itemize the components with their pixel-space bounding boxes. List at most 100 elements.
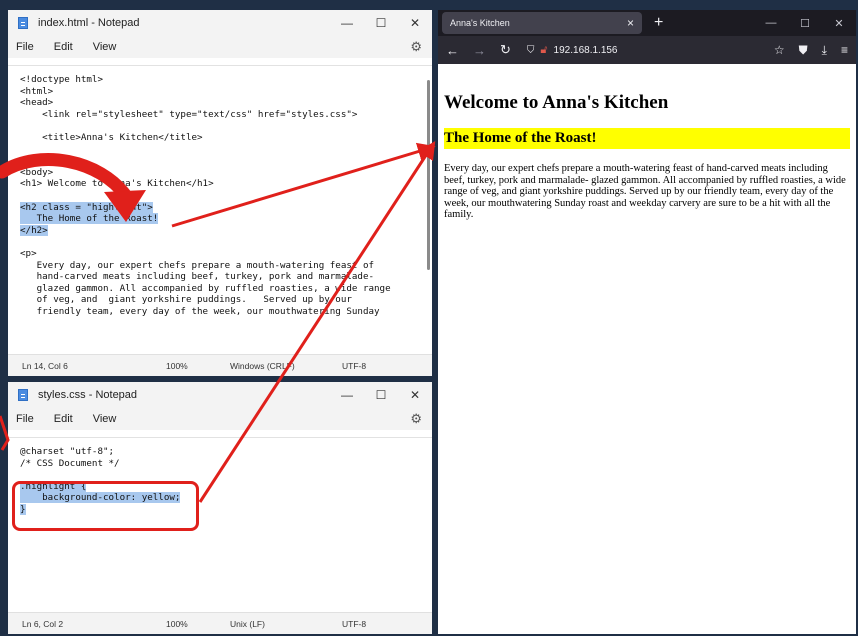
tab-title: Anna's Kitchen	[450, 18, 510, 28]
text-editor[interactable]: <!doctype html> <html> <head> <link rel="s…	[8, 65, 432, 354]
window-title: styles.css - Notepad	[38, 389, 138, 401]
tab-strip: Anna's Kitchen × + — ☐ ✕	[438, 10, 856, 36]
cursor-position: Ln 14, Col 6	[22, 361, 68, 371]
vertical-scrollbar[interactable]	[427, 80, 430, 270]
code-text: </h2>	[20, 224, 48, 236]
code-line: <p>	[20, 248, 432, 260]
notepad-icon	[18, 389, 28, 401]
line-ending: Windows (CRLF)	[230, 361, 295, 371]
code-text: <p>	[20, 247, 37, 259]
code-text: /* CSS Document */	[20, 457, 120, 469]
notepad-icon	[18, 17, 28, 29]
intro-paragraph: Every day, our expert chefs prepare a mo…	[444, 163, 846, 221]
close-button[interactable]: ✕	[822, 17, 856, 30]
code-text: <body>	[20, 166, 54, 178]
reload-icon[interactable]: ↻	[500, 42, 511, 58]
maximize-button[interactable]: ☐	[364, 388, 398, 402]
code-line: </h2>	[20, 224, 432, 237]
zoom-level: 100%	[166, 619, 188, 629]
line-ending: Unix (LF)	[230, 619, 265, 629]
menu-bar: File Edit View ⚙	[8, 36, 432, 58]
cursor-position: Ln 6, Col 2	[22, 619, 64, 629]
code-text: of veg, and giant yorkshire puddings. Se…	[20, 294, 352, 306]
code-text: <h1> Welcome to Anna's Kitchen</h1>	[20, 178, 214, 190]
menu-bar: File Edit View ⚙	[8, 408, 432, 430]
maximize-button[interactable]: ☐	[364, 16, 398, 30]
menu-view[interactable]: View	[93, 413, 117, 425]
code-line: /* CSS Document */	[20, 458, 432, 470]
code-line: <h1> Welcome to Anna's Kitchen</h1>	[20, 178, 432, 190]
code-line: hand-carved meats including beef, turkey…	[20, 271, 432, 283]
code-text: <html>	[20, 85, 54, 97]
code-line: <body>	[20, 167, 432, 179]
title-bar[interactable]: styles.css - Notepad — ☐ ✕	[8, 382, 432, 408]
menu-hamburger-icon[interactable]: ≡	[841, 43, 848, 58]
status-bar: Ln 6, Col 2 100% Unix (LF) UTF-8	[8, 612, 432, 634]
code-text: The Home of the Roast!	[20, 213, 159, 225]
encoding: UTF-8	[342, 361, 367, 371]
page-content: Welcome to Anna's Kitchen The Home of th…	[438, 64, 856, 634]
minimize-button[interactable]: —	[330, 388, 364, 402]
code-text: Every day, our expert chefs prepare a mo…	[20, 259, 375, 271]
code-text: friendly team, every day of the week, ou…	[20, 305, 380, 317]
notepad-index-window: index.html - Notepad — ☐ ✕ File Edit Vie…	[8, 10, 432, 376]
minimize-button[interactable]: —	[330, 16, 364, 30]
forward-icon[interactable]: →	[473, 43, 486, 58]
code-line: <h2 class = "highlight">	[20, 201, 432, 214]
close-button[interactable]: ✕	[398, 388, 432, 402]
shield-icon[interactable]: ⛉	[527, 45, 535, 56]
navigation-toolbar: ← → ↻ ⛉ 🔓︎ 192.168.1.156 ☆ ⛊ ⤓ ≡	[438, 36, 856, 64]
address-bar[interactable]: ⛉ 🔓︎ 192.168.1.156	[527, 44, 618, 57]
new-tab-icon[interactable]: +	[654, 14, 663, 32]
tab-annas-kitchen[interactable]: Anna's Kitchen ×	[442, 12, 642, 34]
code-line: <!doctype html>	[20, 74, 432, 86]
code-line: of veg, and giant yorkshire puddings. Se…	[20, 294, 432, 306]
bookmark-star-icon[interactable]: ☆	[774, 43, 785, 58]
code-line: glazed gammon. All accompanied by ruffle…	[20, 283, 432, 295]
code-text: hand-carved meats including beef, turkey…	[20, 271, 375, 283]
pocket-icon[interactable]: ⛊	[799, 43, 808, 58]
code-text: <link rel="stylesheet" type="text/css" h…	[20, 108, 358, 120]
settings-gear-icon[interactable]: ⚙	[410, 411, 422, 427]
downloads-icon[interactable]: ⤓	[822, 43, 827, 58]
code-line: <head>	[20, 97, 432, 109]
code-line: <title>Anna's Kitchen</title>	[20, 132, 432, 144]
menu-edit[interactable]: Edit	[54, 413, 73, 425]
highlighted-subheading: The Home of the Roast!	[444, 128, 850, 149]
title-bar[interactable]: index.html - Notepad — ☐ ✕	[8, 10, 432, 36]
maximize-button[interactable]: ☐	[788, 17, 822, 30]
status-bar: Ln 14, Col 6 100% Windows (CRLF) UTF-8	[8, 354, 432, 376]
page-heading: Welcome to Anna's Kitchen	[444, 92, 669, 113]
code-line: <link rel="stylesheet" type="text/css" h…	[20, 109, 432, 121]
code-line: <html>	[20, 86, 432, 98]
code-text: <head>	[20, 97, 54, 109]
code-text: <!doctype html>	[20, 74, 103, 85]
menu-edit[interactable]: Edit	[54, 41, 73, 53]
code-line: Every day, our expert chefs prepare a mo…	[20, 260, 432, 272]
menu-file[interactable]: File	[16, 413, 34, 425]
code-text: @charset "utf-8";	[20, 446, 115, 457]
window-title: index.html - Notepad	[38, 17, 140, 29]
code-text: <h2 class = "highlight">	[20, 201, 153, 213]
menu-file[interactable]: File	[16, 41, 34, 53]
code-line: @charset "utf-8";	[20, 446, 432, 458]
encoding: UTF-8	[342, 619, 367, 629]
settings-gear-icon[interactable]: ⚙	[410, 39, 422, 55]
close-button[interactable]: ✕	[398, 16, 432, 30]
arrow-fragment	[0, 415, 10, 451]
insecure-lock-icon[interactable]: 🔓︎	[540, 44, 547, 57]
url-text: 192.168.1.156	[553, 44, 618, 56]
close-tab-icon[interactable]: ×	[627, 16, 634, 30]
menu-view[interactable]: View	[93, 41, 117, 53]
browser-window: Anna's Kitchen × + — ☐ ✕ ← → ↻ ⛉ 🔓︎ 192.…	[438, 10, 856, 634]
code-text: glazed gammon. All accompanied by ruffle…	[20, 282, 391, 294]
back-icon[interactable]: ←	[446, 43, 459, 58]
code-line: The Home of the Roast!	[20, 213, 432, 225]
minimize-button[interactable]: —	[754, 17, 788, 30]
